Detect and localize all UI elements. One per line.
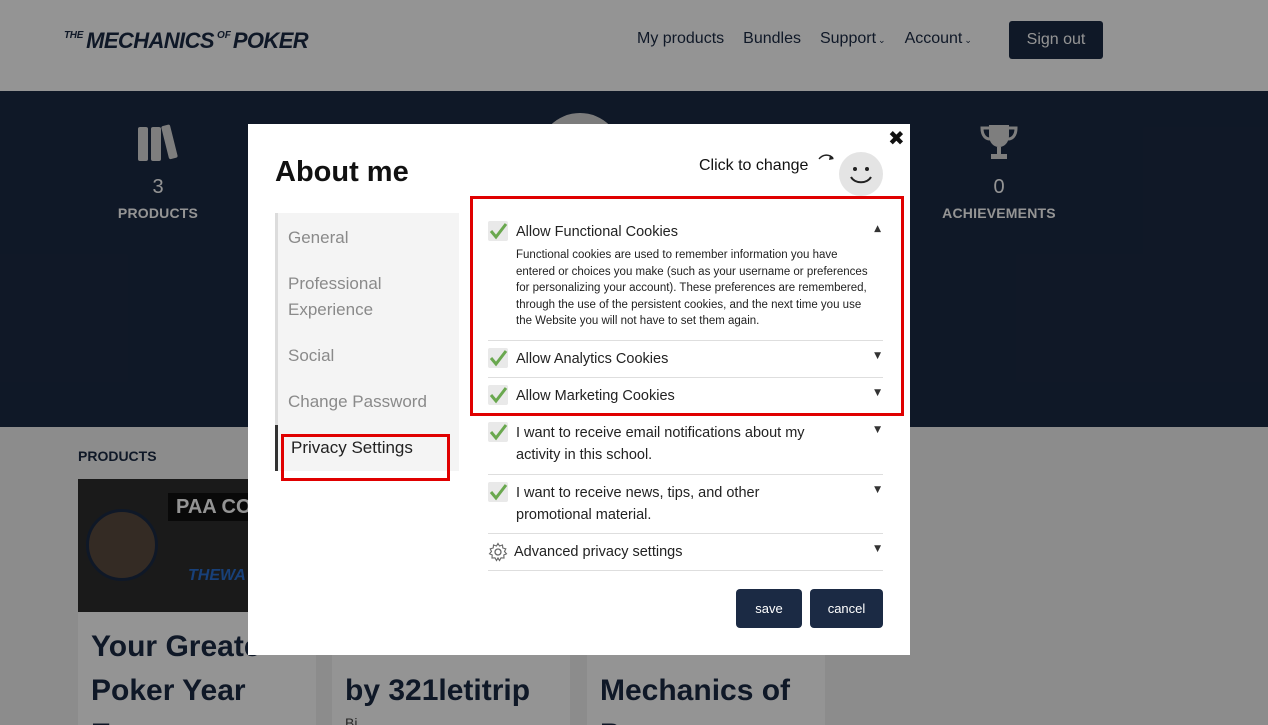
- side-item-change-password[interactable]: Change Password: [278, 379, 459, 425]
- news-tips-label: I want to receive news, tips, and other …: [516, 485, 760, 523]
- click-to-change-label: Click to change: [699, 157, 809, 174]
- advanced-privacy-label: Advanced privacy settings: [514, 544, 683, 560]
- highlight-box-privacy-settings: [281, 434, 450, 481]
- expand-triangle-icon[interactable]: ▼: [874, 544, 881, 554]
- news-tips-checkbox[interactable]: [488, 482, 508, 502]
- setting-advanced-privacy[interactable]: Advanced privacy settings ▼: [488, 534, 883, 571]
- checkmark-icon: [489, 484, 508, 501]
- curved-arrow-icon: [818, 154, 834, 160]
- highlight-box-cookie-settings: [470, 196, 904, 416]
- setting-email-notifications: I want to receive email notifications ab…: [488, 415, 883, 475]
- close-icon[interactable]: ✖: [888, 126, 905, 150]
- modal-title: About me: [275, 156, 409, 188]
- side-item-social[interactable]: Social: [278, 333, 459, 379]
- checkmark-icon: [489, 424, 508, 441]
- cancel-button[interactable]: cancel: [810, 589, 883, 628]
- setting-news-tips: I want to receive news, tips, and other …: [488, 475, 883, 534]
- side-item-general[interactable]: General: [278, 213, 459, 261]
- email-notifications-label: I want to receive email notifications ab…: [516, 425, 805, 463]
- about-me-side-menu: General Professional Experience Social C…: [275, 213, 459, 471]
- about-me-modal: ✖ About me Click to change General Profe…: [248, 124, 910, 655]
- smiley-face-icon: [850, 167, 872, 184]
- expand-triangle-icon[interactable]: ▼: [874, 485, 881, 495]
- gear-icon: [488, 542, 508, 562]
- avatar-smiley-icon[interactable]: [839, 152, 883, 196]
- email-notifications-checkbox[interactable]: [488, 422, 508, 442]
- expand-triangle-icon[interactable]: ▼: [874, 425, 881, 435]
- save-button[interactable]: save: [736, 589, 802, 628]
- side-item-professional-experience[interactable]: Professional Experience: [278, 261, 418, 333]
